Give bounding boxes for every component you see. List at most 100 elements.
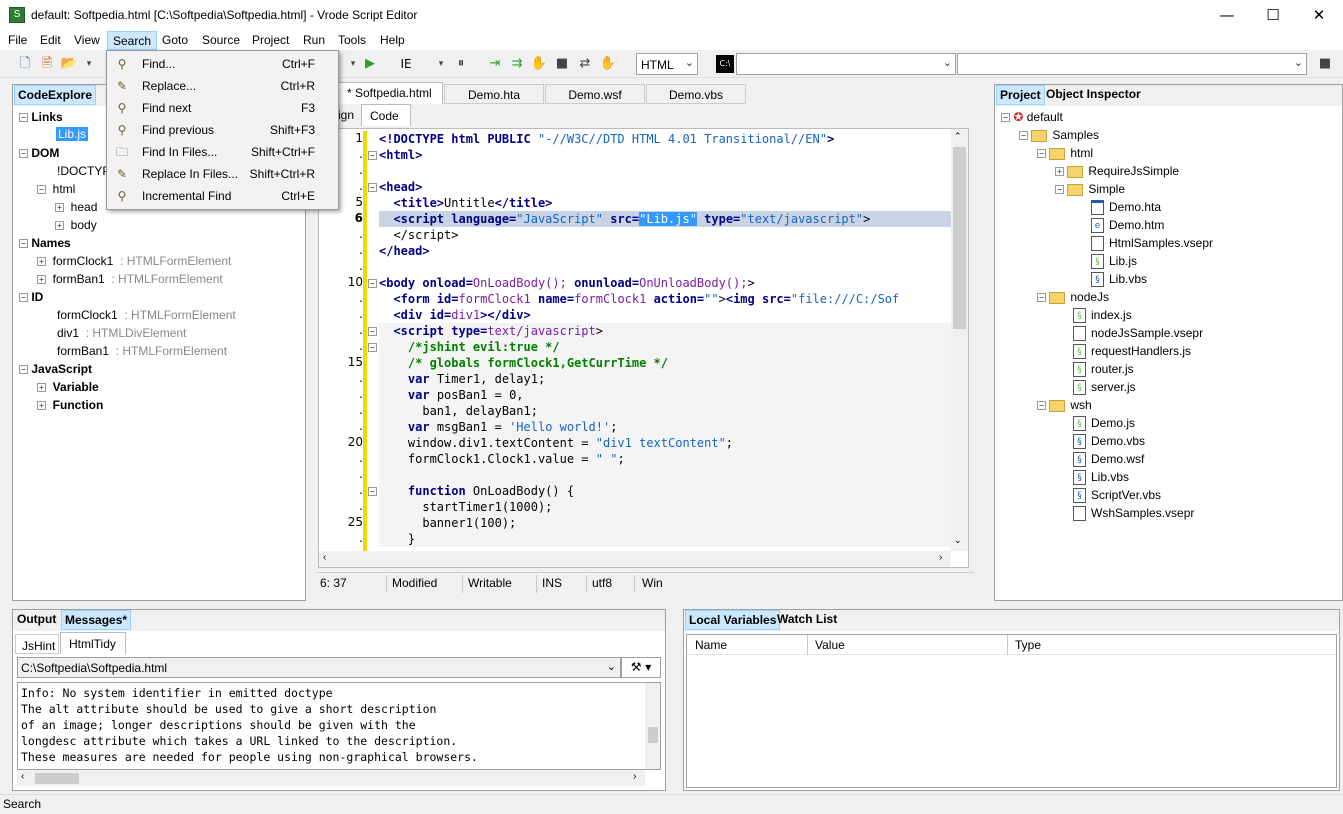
file-wshsamples-vsepr[interactable]: WshSamples.vsepr — [1073, 506, 1194, 522]
menu-item-replace-in-files[interactable]: ✎ Replace In Files... Shift+Ctrl+R — [109, 163, 336, 185]
menu-project[interactable]: Project — [252, 33, 289, 47]
menu-item-find-previous[interactable]: ⚲ Find previous Shift+F3 — [109, 119, 336, 141]
run-icon[interactable]: ▶ — [361, 55, 379, 73]
menu-item-find[interactable]: ⚲ Find... Ctrl+F — [109, 53, 336, 75]
tab-messages[interactable]: Messages* — [61, 610, 132, 630]
tab-code-explore[interactable]: CodeExplore — [14, 85, 97, 105]
tree-links[interactable]: − Links — [19, 110, 63, 124]
file-scriptver-vbs[interactable]: § ScriptVer.vbs — [1073, 488, 1161, 504]
column-value[interactable]: Value — [815, 638, 845, 652]
file-wsh-lib-vbs[interactable]: § Lib.vbs — [1073, 470, 1129, 486]
messages-text[interactable]: Info: No system identifier in emitted do… — [17, 682, 661, 770]
messages-vscrollbar[interactable] — [645, 683, 660, 769]
messages-hscroll-thumb[interactable] — [35, 773, 79, 784]
folder-requirejs[interactable]: + RequireJsSimple — [1055, 164, 1179, 178]
tab-demo-vbs[interactable]: Demo.vbs — [646, 84, 746, 104]
language-select[interactable]: HTML ⌄ — [636, 53, 698, 75]
file-server-js[interactable]: § server.js — [1073, 380, 1136, 396]
scroll-right-icon[interactable]: › — [939, 552, 942, 563]
new-template-icon[interactable]: 🗎 — [38, 55, 56, 73]
folder-nodejs[interactable]: − nodeJs — [1037, 290, 1109, 304]
file-select[interactable]: C:\Softpedia\Softpedia.html ⌄ — [17, 657, 621, 678]
column-name[interactable]: Name — [695, 638, 727, 652]
tree-id-formban1[interactable]: formBan1 : HTMLFormElement — [57, 344, 227, 358]
menu-item-find-next[interactable]: ⚲ Find next F3 — [109, 97, 336, 119]
tree-dom[interactable]: − DOM — [19, 146, 59, 160]
folder-wsh[interactable]: − wsh — [1037, 398, 1092, 412]
open-folder-icon[interactable]: 📂 — [60, 55, 78, 73]
folder-simple[interactable]: − Simple — [1055, 182, 1125, 196]
project-root[interactable]: − ✪ default — [1001, 110, 1063, 124]
tree-names-formclock1[interactable]: + formClock1 : HTMLFormElement — [37, 254, 231, 268]
scroll-left-icon[interactable]: ‹ — [323, 552, 326, 563]
stop-hand-icon[interactable]: ✋ — [599, 55, 617, 73]
scroll-down-icon[interactable]: ⌄ — [954, 535, 962, 546]
tab-output[interactable]: Output — [14, 610, 59, 630]
new-file-icon[interactable]: 🗋 — [16, 55, 34, 73]
minimize-button[interactable]: — — [1204, 0, 1250, 31]
step-into-icon[interactable]: ⇥ — [486, 55, 504, 73]
menu-search[interactable]: Search — [107, 31, 158, 50]
tools-dropdown-button[interactable]: ⚒ ▾ — [621, 657, 661, 678]
editor-vertical-scrollbar[interactable]: ⌃ ⌄ — [951, 129, 968, 551]
file-demo-vbs[interactable]: § Demo.vbs — [1073, 434, 1145, 450]
stop-console-icon[interactable]: ■ — [1316, 55, 1334, 73]
tree-id-formclock1[interactable]: formClock1 : HTMLFormElement — [57, 308, 236, 322]
messages-hscrollbar[interactable]: ‹ › — [17, 770, 645, 786]
editor-horizontal-scrollbar[interactable]: ‹ › — [319, 551, 951, 567]
console-icon[interactable]: C:\ — [716, 55, 734, 73]
tree-names-formban1[interactable]: + formBan1 : HTMLFormElement — [37, 272, 223, 286]
tab-softpedia-html[interactable]: * Softpedia.html — [338, 82, 443, 104]
tree-id[interactable]: − ID — [19, 290, 43, 304]
tree-id-div1[interactable]: div1 : HTMLDivElement — [57, 326, 186, 340]
file-demo-js[interactable]: § Demo.js — [1073, 416, 1135, 432]
file-nodejssample-vsepr[interactable]: nodeJsSample.vsepr — [1073, 326, 1203, 342]
scroll-up-icon[interactable]: ⌃ — [954, 131, 962, 142]
maximize-button[interactable]: ☐ — [1250, 0, 1296, 31]
file-demo-wsf[interactable]: § Demo.wsf — [1073, 452, 1144, 468]
tab-jshint[interactable]: JsHint — [15, 634, 59, 654]
hand-icon[interactable]: ✋ — [530, 55, 548, 73]
tab-design[interactable]: ign — [338, 108, 354, 122]
browser-dropdown-icon[interactable]: ▾ — [432, 55, 450, 73]
menu-file[interactable]: File — [8, 33, 27, 47]
tree-variable[interactable]: + Variable — [37, 380, 99, 394]
folder-samples[interactable]: − Samples — [1019, 128, 1099, 142]
menu-item-incremental-find[interactable]: ⚲ Incremental Find Ctrl+E — [109, 185, 336, 207]
file-index-js[interactable]: § index.js — [1073, 308, 1132, 324]
argument-combo[interactable]: ⌄ — [957, 53, 1307, 75]
tab-demo-hta[interactable]: Demo.hta — [444, 84, 544, 104]
file-lib-vbs[interactable]: § Lib.vbs — [1091, 272, 1147, 288]
tab-project[interactable]: Project — [996, 85, 1045, 105]
tab-htmltidy[interactable]: HtmlTidy — [60, 632, 126, 654]
tree-names[interactable]: − Names — [19, 236, 71, 250]
tab-object-inspector[interactable]: Object Inspector — [1043, 85, 1144, 105]
file-router-js[interactable]: § router.js — [1073, 362, 1134, 378]
tree-head[interactable]: + head — [55, 200, 97, 214]
folder-html[interactable]: − html — [1037, 146, 1093, 160]
break-icon[interactable]: ⇄ — [576, 55, 594, 73]
run-dropdown-icon[interactable]: ▾ — [344, 55, 362, 73]
browser-selector[interactable]: IE — [392, 55, 420, 73]
step-over-icon[interactable]: ⇉ — [508, 55, 526, 73]
tab-code[interactable]: Code — [361, 104, 411, 126]
scroll-left-icon[interactable]: ‹ — [21, 771, 24, 782]
open-dropdown-icon[interactable]: ▾ — [80, 55, 98, 73]
command-combo[interactable]: ⌄ — [736, 53, 956, 75]
file-demo-hta[interactable]: Demo.hta — [1091, 200, 1161, 216]
file-requesthandlers-js[interactable]: § requestHandlers.js — [1073, 344, 1191, 360]
tree-function[interactable]: + Function — [37, 398, 103, 412]
menu-goto[interactable]: Goto — [162, 33, 188, 47]
scroll-right-icon[interactable]: › — [633, 771, 636, 782]
tab-local-variables[interactable]: Local Variables — [685, 610, 781, 630]
code-text[interactable]: <!DOCTYPE html PUBLIC "-//W3C//DTD HTML … — [379, 131, 951, 551]
editor-vscroll-thumb[interactable] — [953, 147, 966, 329]
menu-view[interactable]: View — [74, 33, 100, 47]
file-demo-htm[interactable]: e Demo.htm — [1091, 218, 1164, 234]
code-editor[interactable]: 1 ... 5 6 ... 10 .... 15 .... 20 .... 25… — [318, 128, 969, 568]
tree-html[interactable]: − html — [37, 182, 75, 196]
tab-watch-list[interactable]: Watch List — [774, 610, 840, 630]
menu-item-replace[interactable]: ✎ Replace... Ctrl+R — [109, 75, 336, 97]
tree-lib-js[interactable]: Lib.js — [56, 127, 89, 141]
stop-icon[interactable]: ■ — [553, 55, 571, 73]
